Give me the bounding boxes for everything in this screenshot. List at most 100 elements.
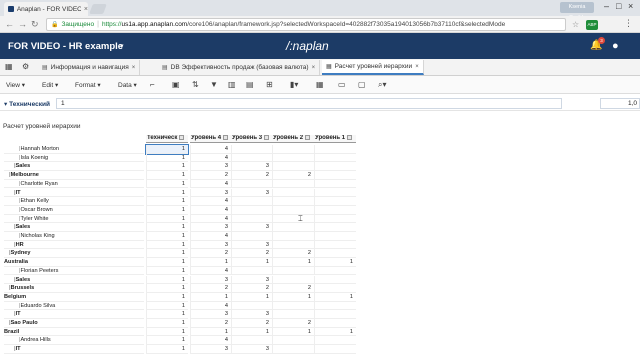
grid-cell[interactable]: 1 <box>231 327 272 337</box>
grid-cell[interactable]: 2 <box>231 171 272 180</box>
row-label[interactable]: |Sales <box>4 162 144 172</box>
grid-cell[interactable] <box>314 223 356 232</box>
grid-cell[interactable] <box>314 266 356 276</box>
grid-cell[interactable] <box>231 301 272 311</box>
show-hide-icon[interactable]: ▥ <box>228 80 236 89</box>
filter-icon[interactable]: ▼ <box>210 80 218 89</box>
row-label[interactable]: |Tyler White <box>4 215 144 224</box>
row-label[interactable]: |Sales <box>4 223 144 232</box>
adblock-extension-icon[interactable]: ABP <box>586 20 598 30</box>
grid-cell[interactable]: 1 <box>272 327 314 337</box>
pivot-icon[interactable]: ⌐ <box>150 80 155 89</box>
grid-cell[interactable] <box>314 145 356 154</box>
grid-cell[interactable]: 3 <box>231 240 272 250</box>
grid-cell[interactable]: 2 <box>190 319 231 328</box>
grid-cell[interactable]: 2 <box>272 171 314 180</box>
grid-cell[interactable] <box>272 188 314 198</box>
grid-cell[interactable]: 2 <box>272 284 314 293</box>
grid-cell[interactable] <box>272 345 314 354</box>
grid-cell[interactable]: 4 <box>190 336 231 346</box>
grid-cell[interactable]: 4 <box>190 153 231 163</box>
grid-cell[interactable] <box>314 214 356 224</box>
grid-cell[interactable] <box>314 205 356 215</box>
breakback-icon[interactable]: ⊞ <box>266 80 273 89</box>
grid-cell[interactable] <box>272 162 314 172</box>
row-label[interactable]: |HR <box>4 241 144 250</box>
grid-cell[interactable] <box>314 275 356 285</box>
browser-user-chip[interactable]: Ksenia Gorikh <box>560 2 594 21</box>
url-input[interactable]: 🔒 Защищено | https://us1a.app.anaplan.co… <box>46 18 566 31</box>
grid-cell[interactable]: 1 <box>314 292 356 302</box>
row-label[interactable]: Australia <box>4 258 144 267</box>
grid-menu-icon[interactable]: ▦ <box>5 62 13 71</box>
grid-cell[interactable] <box>314 319 356 328</box>
row-label[interactable]: |Sao Paulo <box>4 319 144 328</box>
account-icon[interactable]: ● <box>612 40 619 52</box>
grid-cell[interactable]: 3 <box>190 162 231 172</box>
search-icon[interactable]: ⌕▾ <box>378 80 387 90</box>
browser-tab[interactable]: Anaplan - FOR VIDEO - H × <box>4 2 88 16</box>
list-icon[interactable]: ▭ <box>338 80 346 89</box>
grid-cell[interactable]: 2 <box>231 284 272 293</box>
grid-cell[interactable]: 1 <box>146 240 188 250</box>
grid-cell[interactable]: 4 <box>190 232 231 241</box>
grid-cell[interactable] <box>272 205 314 215</box>
row-label[interactable]: |IT <box>4 345 144 354</box>
sort-icon[interactable]: ⇅ <box>192 80 199 89</box>
grid-cell[interactable]: 3 <box>190 275 231 285</box>
grid-cell[interactable]: 2 <box>272 249 314 259</box>
row-label[interactable]: |Sales <box>4 276 144 285</box>
tab-information[interactable]: ▤ Информация и навигация × <box>38 60 141 75</box>
grid-cell[interactable] <box>272 197 314 206</box>
row-label[interactable]: |Florian Peeters <box>4 267 144 276</box>
grid-cell[interactable] <box>314 197 356 206</box>
grid-cell[interactable]: 1 <box>146 223 188 232</box>
gear-icon[interactable]: ⚙ <box>22 62 29 71</box>
grid-cell[interactable]: 1 <box>231 258 272 267</box>
grid-cell[interactable]: 1 <box>146 301 188 311</box>
row-label[interactable]: |Isla Koenig <box>4 154 144 163</box>
grid-cell[interactable]: 1 <box>146 310 188 319</box>
column-header[interactable]: Уровень 2 <box>272 135 314 143</box>
grid-cell[interactable] <box>314 179 356 189</box>
insert-icon[interactable]: ▤ <box>246 80 254 89</box>
grid-cell[interactable] <box>272 240 314 250</box>
back-icon[interactable]: ← <box>5 19 14 29</box>
context-value-box[interactable]: 1 <box>56 98 562 109</box>
close-window-icon[interactable]: × <box>628 1 633 11</box>
row-label[interactable]: |Hannah Morton <box>4 145 144 154</box>
close-tab-icon[interactable]: × <box>84 6 88 13</box>
save-view-icon[interactable]: ▣ <box>172 80 180 89</box>
grid-cell[interactable]: 1 <box>231 292 272 302</box>
grid-cell[interactable]: 1 <box>146 179 188 189</box>
grid-cell[interactable] <box>231 179 272 189</box>
grid-cell[interactable]: 1 <box>146 188 188 198</box>
column-header[interactable]: Уровень 4 <box>190 135 231 143</box>
menu-icon[interactable]: ⋮ <box>624 18 633 29</box>
grid-cell[interactable] <box>272 214 314 224</box>
grid-cell[interactable]: 1 <box>146 336 188 346</box>
model-name[interactable]: FOR VIDEO - HR example <box>8 41 123 52</box>
grid-cell[interactable]: 1 <box>146 232 188 241</box>
grid-cell[interactable] <box>272 153 314 163</box>
grid-cell[interactable]: 3 <box>231 223 272 232</box>
row-label[interactable]: |Sydney <box>4 249 144 259</box>
grid-cell[interactable]: 4 <box>190 205 231 215</box>
grid-cell[interactable] <box>231 205 272 215</box>
column-header[interactable]: Уровень 1 <box>314 135 356 143</box>
tab-hierarchy-levels[interactable]: ▦ Расчет уровней иерархии × <box>322 60 424 75</box>
close-icon[interactable]: × <box>415 64 419 70</box>
grid-cell[interactable] <box>314 249 356 259</box>
grid-cell[interactable]: 1 <box>145 144 189 155</box>
row-label[interactable]: |Nicholas King <box>4 232 144 241</box>
grid-cell[interactable]: 1 <box>314 327 356 337</box>
grid-cell[interactable]: 1 <box>272 292 314 302</box>
grid-cell[interactable]: 4 <box>190 214 231 224</box>
grid-cell[interactable]: 1 <box>146 197 188 206</box>
row-label[interactable]: |Andrea Hills <box>4 336 144 346</box>
grid-cell[interactable]: 1 <box>146 275 188 285</box>
minimize-icon[interactable]: – <box>604 1 609 11</box>
grid-cell[interactable]: 1 <box>146 171 188 180</box>
grid-cell[interactable]: 1 <box>190 327 231 337</box>
close-icon[interactable]: × <box>312 65 316 71</box>
